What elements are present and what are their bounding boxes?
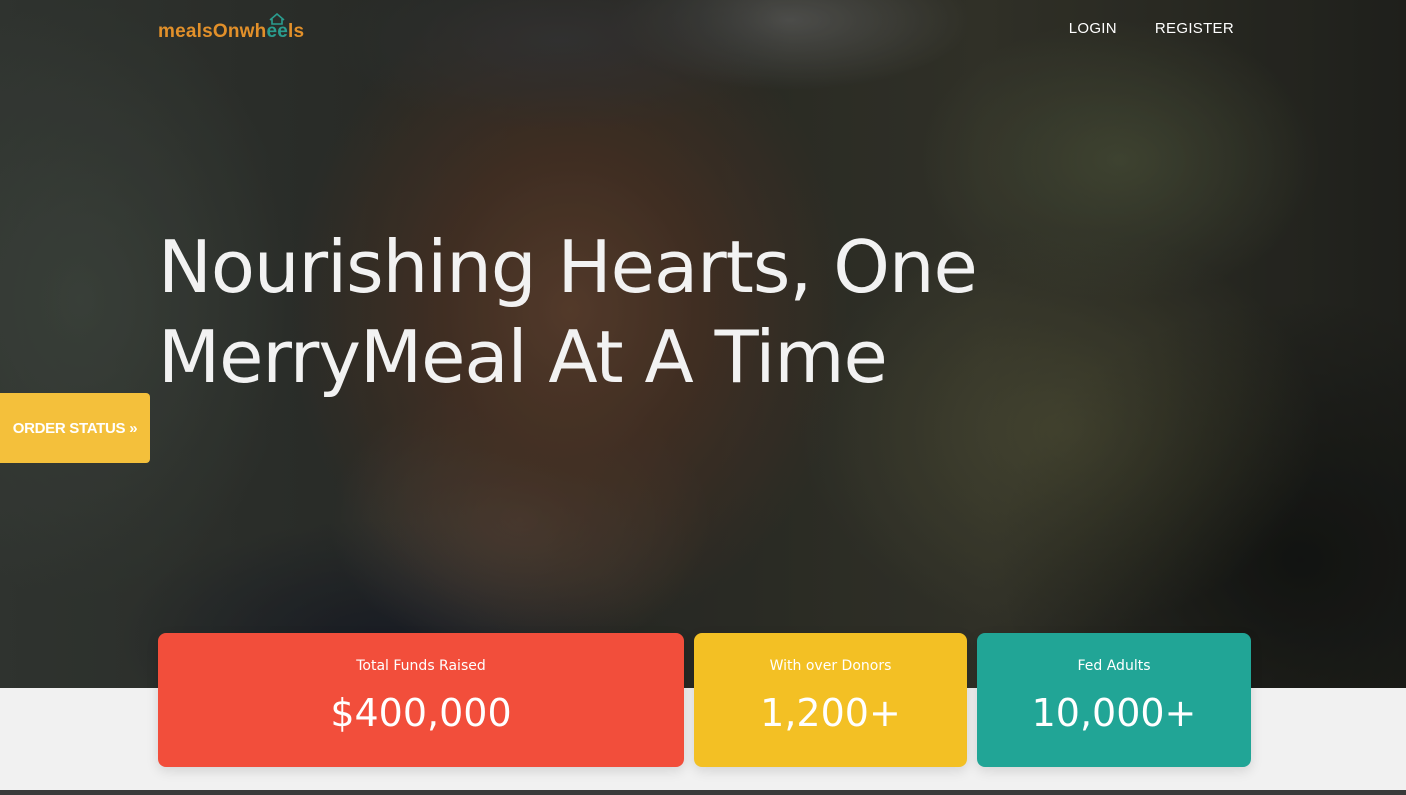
stat-card-funds: Total Funds Raised $400,000 [158,633,684,767]
stat-value: 10,000+ [1031,691,1197,735]
order-status-button[interactable]: ORDER STATUS » [0,393,150,463]
stat-label: With over Donors [769,658,892,674]
logo-text-part1: mealsOnwh [158,21,267,42]
logo-text-part3: ls [288,21,305,42]
stat-value: $400,000 [330,691,512,735]
top-navigation: LOGIN REGISTER [1069,20,1234,37]
page-bottom-edge [0,790,1406,795]
stat-label: Total Funds Raised [356,658,486,674]
hero-headline-line1: Nourishing Hearts, One [158,225,978,309]
stat-label: Fed Adults [1077,658,1151,674]
stat-card-donors: With over Donors 1,200+ [694,633,967,767]
landing-page: mealsOnwh ee ls LOGIN REGISTER Nourishing … [0,0,1406,795]
order-status-label: ORDER STATUS [12,419,126,437]
hero-headline: Nourishing Hearts, One MerryMeal At A Ti… [158,222,1058,402]
stats-row: Total Funds Raised $400,000 With over Do… [158,633,1251,767]
register-link[interactable]: REGISTER [1155,20,1234,37]
stat-card-fed-adults: Fed Adults 10,000+ [977,633,1251,767]
login-link[interactable]: LOGIN [1069,20,1117,37]
stat-value: 1,200+ [760,691,901,735]
double-chevron-right-icon: » [129,419,138,437]
hero-headline-line2: MerryMeal At A Time [158,315,888,399]
site-logo[interactable]: mealsOnwh ee ls [158,13,305,43]
house-icon [269,13,285,25]
